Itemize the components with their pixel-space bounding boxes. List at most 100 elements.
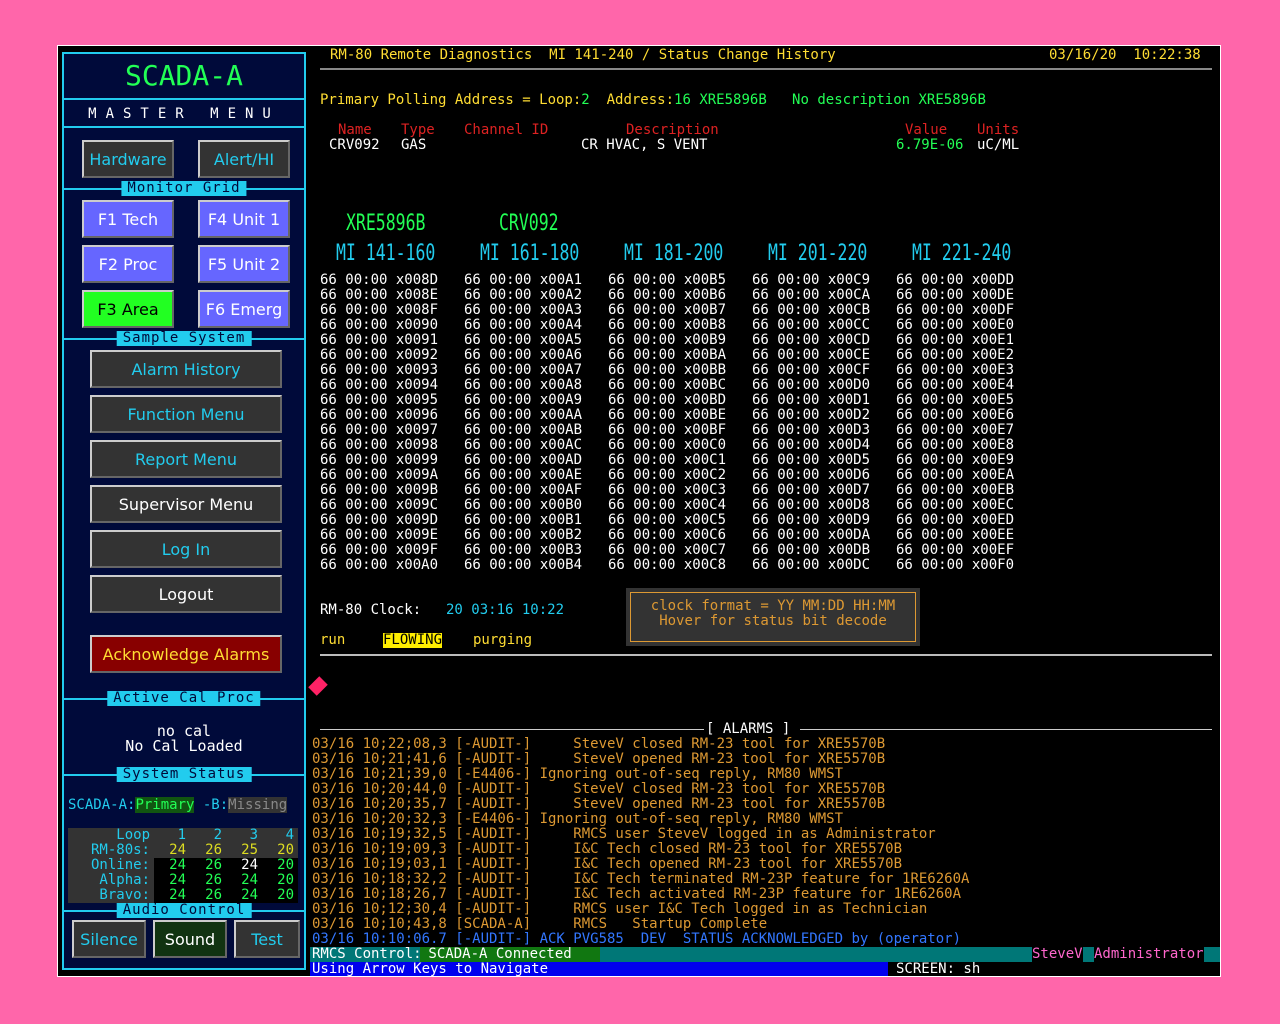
status-purging[interactable]: purging [473,633,532,648]
mi-cell[interactable]: 66 00:00 x00C6 [608,528,726,543]
mi-cell[interactable]: 66 00:00 x009A [320,468,438,483]
mi-cell[interactable]: 66 00:00 x00C3 [608,483,726,498]
mi-cell[interactable]: 66 00:00 x00B1 [464,513,582,528]
mi-cell[interactable]: 66 00:00 x00AE [464,468,582,483]
mi-cell[interactable]: 66 00:00 x00E8 [896,438,1014,453]
mi-cell[interactable]: 66 00:00 x00D5 [752,453,870,468]
rm80-clock-value[interactable]: 20 03:16 10:22 [446,603,564,618]
alarm-entry[interactable]: 03/16 10;19;32,5 [-AUDIT-] RMCS user Ste… [312,827,1212,842]
alarm-entry[interactable]: 03/16 10;18;32,2 [-AUDIT-] I&C Tech term… [312,872,1212,887]
mi-cell[interactable]: 66 00:00 x0091 [320,333,438,348]
alarm-entry[interactable]: 03/16 10;10;43,8 [SCADA-A] RMCS Startup … [312,917,1212,932]
mi-cell[interactable]: 66 00:00 x00E5 [896,393,1014,408]
logout-button[interactable]: Logout [90,575,282,613]
mi-cell[interactable]: 66 00:00 x00D7 [752,483,870,498]
sound-button[interactable]: Sound [153,920,227,958]
mi-cell[interactable]: 66 00:00 x00A9 [464,393,582,408]
mi-cell[interactable]: 66 00:00 x00BC [608,378,726,393]
status-flowing[interactable]: FLOWING [383,633,443,648]
mi-cell[interactable]: 66 00:00 x00AC [464,438,582,453]
mi-cell[interactable]: 66 00:00 x00D6 [752,468,870,483]
mi-cell[interactable]: 66 00:00 x00EA [896,468,1014,483]
mi-cell[interactable]: 66 00:00 x00D9 [752,513,870,528]
mi-cell[interactable]: 66 00:00 x00A1 [464,273,582,288]
mi-cell[interactable]: 66 00:00 x00A8 [464,378,582,393]
alert-hi-button[interactable]: Alert/HI [198,140,290,178]
silence-button[interactable]: Silence [72,920,146,958]
mi-cell[interactable]: 66 00:00 x00DE [896,288,1014,303]
alarm-entry[interactable]: 03/16 10;20;32,3 [-E4406-] Ignoring out-… [312,812,1212,827]
mi-cell[interactable]: 66 00:00 x00E2 [896,348,1014,363]
acknowledge-alarms-button[interactable]: Acknowledge Alarms [90,635,282,673]
mi-cell[interactable]: 66 00:00 x00A4 [464,318,582,333]
mi-cell[interactable]: 66 00:00 x00E3 [896,363,1014,378]
mi-cell[interactable]: 66 00:00 x00AB [464,423,582,438]
mi-cell[interactable]: 66 00:00 x00C2 [608,468,726,483]
mi-cell[interactable]: 66 00:00 x009F [320,543,438,558]
mi-cell[interactable]: 66 00:00 x00D2 [752,408,870,423]
mi-cell[interactable]: 66 00:00 x00D8 [752,498,870,513]
mi-cell[interactable]: 66 00:00 x00EC [896,498,1014,513]
f2-proc-button[interactable]: F2 Proc [82,245,174,283]
mi-cell[interactable]: 66 00:00 x0093 [320,363,438,378]
mi-cell[interactable]: 66 00:00 x0092 [320,348,438,363]
mi-cell[interactable]: 66 00:00 x00E7 [896,423,1014,438]
mi-cell[interactable]: 66 00:00 x00A2 [464,288,582,303]
f5-unit2-button[interactable]: F5 Unit 2 [198,245,290,283]
alarm-entry[interactable]: 03/16 10;12;30,4 [-AUDIT-] RMCS user I&C… [312,902,1212,917]
alarm-log-last-line[interactable]: 03/16 10:10:06.7 [-AUDIT-] ACK PVG585 DE… [312,932,961,947]
mi-cell[interactable]: 66 00:00 x00D0 [752,378,870,393]
mi-cell[interactable]: 66 00:00 x0097 [320,423,438,438]
alarm-history-button[interactable]: Alarm History [90,350,282,388]
alarm-entry[interactable]: 03/16 10;18;26,7 [-AUDIT-] I&C Tech acti… [312,887,1212,902]
mi-cell[interactable]: 66 00:00 x008D [320,273,438,288]
mi-cell[interactable]: 66 00:00 x00E6 [896,408,1014,423]
supervisor-menu-button[interactable]: Supervisor Menu [90,485,282,523]
alarm-entry[interactable]: 03/16 10;21;41,6 [-AUDIT-] SteveV opened… [312,752,1212,767]
alarm-entry[interactable]: 03/16 10;20;35,7 [-AUDIT-] SteveV opened… [312,797,1212,812]
mi-cell[interactable]: 66 00:00 x00CB [752,303,870,318]
mi-cell[interactable]: 66 00:00 x00F0 [896,558,1014,573]
mi-cell[interactable]: 66 00:00 x00CA [752,288,870,303]
mi-cell[interactable]: 66 00:00 x0095 [320,393,438,408]
mi-cell[interactable]: 66 00:00 x00C0 [608,438,726,453]
mi-cell[interactable]: 66 00:00 x00CE [752,348,870,363]
alarm-entry[interactable]: 03/16 10;22;08,3 [-AUDIT-] SteveV closed… [312,737,1212,752]
mi-cell[interactable]: 66 00:00 x009E [320,528,438,543]
mi-cell[interactable]: 66 00:00 x00E4 [896,378,1014,393]
mi-cell[interactable]: 66 00:00 x00BA [608,348,726,363]
alarm-entry[interactable]: 03/16 10;20;44,0 [-AUDIT-] SteveV closed… [312,782,1212,797]
mi-cell[interactable]: 66 00:00 x00DC [752,558,870,573]
mi-cell[interactable]: 66 00:00 x00A3 [464,303,582,318]
test-button[interactable]: Test [234,920,300,958]
mi-cell[interactable]: 66 00:00 x00D1 [752,393,870,408]
mi-cell[interactable]: 66 00:00 x00C9 [752,273,870,288]
log-in-button[interactable]: Log In [90,530,282,568]
mi-cell[interactable]: 66 00:00 x00CC [752,318,870,333]
mi-cell[interactable]: 66 00:00 x00BF [608,423,726,438]
mi-cell[interactable]: 66 00:00 x00EE [896,528,1014,543]
mi-cell[interactable]: 66 00:00 x00DA [752,528,870,543]
mi-cell[interactable]: 66 00:00 x00B0 [464,498,582,513]
mi-cell[interactable]: 66 00:00 x0099 [320,453,438,468]
mi-cell[interactable]: 66 00:00 x00EB [896,483,1014,498]
mi-cell[interactable]: 66 00:00 x00B2 [464,528,582,543]
alarm-entry[interactable]: 03/16 10;21;39,0 [-E4406-] Ignoring out-… [312,767,1212,782]
mi-cell[interactable]: 66 00:00 x0090 [320,318,438,333]
mi-cell[interactable]: 66 00:00 x00EF [896,543,1014,558]
mi-cell[interactable]: 66 00:00 x00D4 [752,438,870,453]
mi-cell[interactable]: 66 00:00 x00C7 [608,543,726,558]
mi-cell[interactable]: 66 00:00 x008E [320,288,438,303]
alarm-entry[interactable]: 03/16 10;19;09,3 [-AUDIT-] I&C Tech clos… [312,842,1212,857]
mi-cell[interactable]: 66 00:00 x009D [320,513,438,528]
mi-cell[interactable]: 66 00:00 x0094 [320,378,438,393]
mi-cell[interactable]: 66 00:00 x00DF [896,303,1014,318]
mi-cell[interactable]: 66 00:00 x00CD [752,333,870,348]
mi-cell[interactable]: 66 00:00 x00B8 [608,318,726,333]
f4-unit1-button[interactable]: F4 Unit 1 [198,200,290,238]
mi-cell[interactable]: 66 00:00 x009C [320,498,438,513]
mi-cell[interactable]: 66 00:00 x00DB [752,543,870,558]
mi-cell[interactable]: 66 00:00 x00B5 [608,273,726,288]
mi-cell[interactable]: 66 00:00 x00C4 [608,498,726,513]
f1-tech-button[interactable]: F1 Tech [82,200,174,238]
